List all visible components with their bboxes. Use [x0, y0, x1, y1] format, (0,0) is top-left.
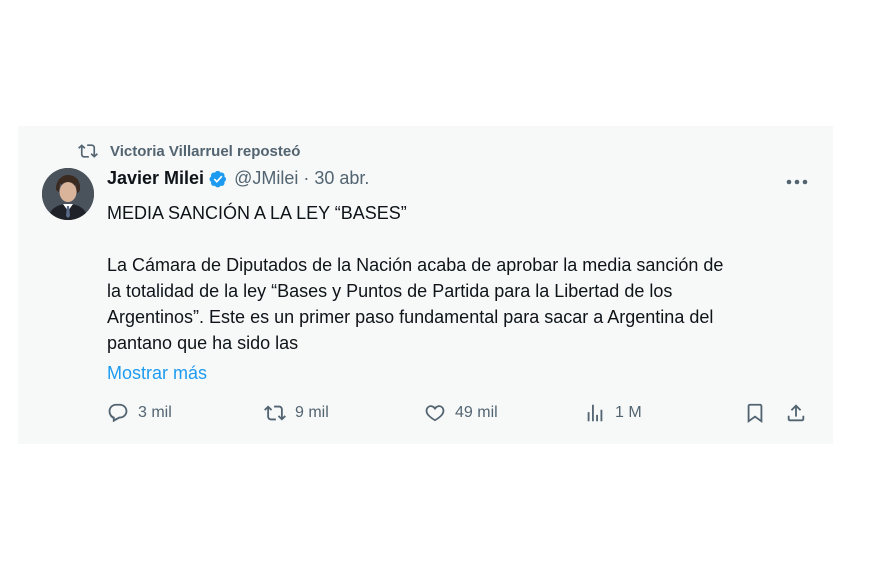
post-date[interactable]: 30 abr. [314, 168, 369, 189]
tweet-header: Javier Milei @JMilei · 30 abr. [107, 168, 369, 189]
tweet-line: Argentinos”. Este es un primer paso fund… [107, 307, 714, 327]
avatar[interactable] [42, 168, 94, 220]
author-handle[interactable]: @JMilei [234, 168, 298, 189]
repost-count: 9 mil [295, 404, 329, 421]
reply-count: 3 mil [138, 404, 172, 421]
repost-indicator: Victoria Villarruel reposteó [78, 141, 300, 161]
heart-icon [425, 405, 445, 422]
like-button[interactable]: 49 mil [424, 402, 498, 424]
bookmark-button[interactable] [744, 402, 766, 429]
reply-icon [108, 403, 128, 423]
repost-action-icon [264, 405, 286, 421]
more-options-button[interactable] [783, 170, 811, 194]
views-button[interactable]: 1 M [584, 402, 642, 424]
bookmark-icon [747, 403, 763, 424]
repost-label[interactable]: Victoria Villarruel reposteó [110, 143, 300, 160]
header-separator: · [303, 168, 310, 188]
more-dots-icon [786, 179, 808, 185]
action-bar: 3 mil 9 mil 49 mil 1 M [18, 402, 833, 432]
tweet-headline: MEDIA SANCIÓN A LA LEY “BASES” [107, 203, 407, 223]
share-button[interactable] [785, 402, 807, 429]
like-count: 49 mil [455, 404, 498, 421]
tweet-line: La Cámara de Diputados de la Nación acab… [107, 255, 724, 275]
share-icon [787, 404, 805, 422]
show-more-link[interactable]: Mostrar más [107, 363, 207, 384]
tweet-line: pantano que ha sido las [107, 333, 299, 353]
author-name[interactable]: Javier Milei [107, 168, 204, 189]
reply-button[interactable]: 3 mil [107, 402, 172, 424]
tweet-card[interactable]: Victoria Villarruel reposteó Javier Mile… [18, 126, 833, 444]
tweet-text: MEDIA SANCIÓN A LA LEY “BASES” La Cámara… [107, 200, 807, 356]
tweet-line: la totalidad de la ley “Bases y Puntos d… [107, 281, 673, 301]
repost-icon [78, 144, 98, 158]
views-chart-icon [587, 404, 603, 422]
repost-button[interactable]: 9 mil [264, 402, 329, 424]
views-count: 1 M [615, 404, 642, 421]
avatar-image [42, 168, 94, 220]
verified-badge-icon [209, 170, 227, 187]
